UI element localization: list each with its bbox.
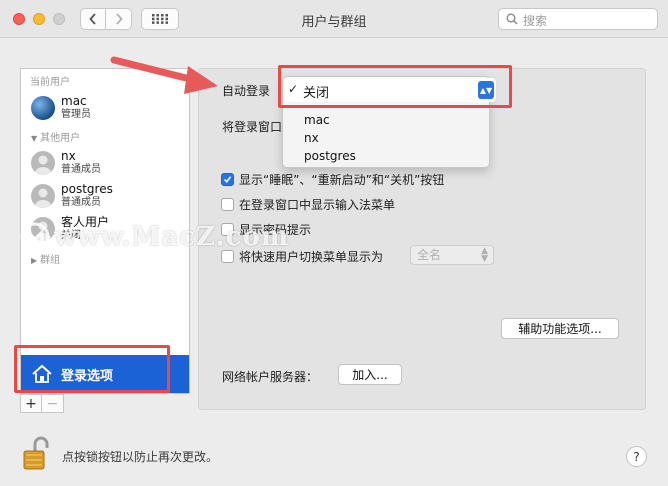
search-placeholder: 搜索 xyxy=(523,14,548,28)
remove-user-button[interactable]: − xyxy=(42,394,64,413)
updown-arrows-icon: ▲▼ xyxy=(481,246,488,264)
fast-user-switch-select[interactable]: 全名 ▲ ▼ xyxy=(410,245,494,265)
user-item-postgres[interactable]: postgres 普通成员 xyxy=(31,182,113,209)
show-power-buttons-label: 显示“睡眠”、“重新启动”和“关机”按钮 xyxy=(239,173,445,187)
user-item-nx[interactable]: nx 普通成员 xyxy=(31,149,101,176)
add-remove-controls: + − xyxy=(20,394,64,413)
join-button[interactable]: 加入... xyxy=(338,364,402,385)
other-users-header[interactable]: ▼ 其他用户 xyxy=(31,129,80,144)
login-window-label: 将登录窗口 xyxy=(222,120,283,134)
current-users-label: 当前用户 xyxy=(30,77,70,88)
menu-item-mac[interactable]: mac xyxy=(304,113,330,127)
disclosure-triangle-icon: ▶ xyxy=(31,256,38,265)
other-users-label: 其他用户 xyxy=(40,133,81,144)
search-icon xyxy=(506,13,518,25)
network-server-label: 网络帐户服务器： xyxy=(222,370,319,384)
groups-header[interactable]: ▶ 群组 xyxy=(31,251,60,266)
macz-logo-icon xyxy=(20,222,50,252)
auto-login-highlight xyxy=(278,65,512,108)
user-role: 普通成员 xyxy=(61,164,101,175)
watermark: www.MacZ.com xyxy=(20,222,289,252)
user-role: 普通成员 xyxy=(61,197,101,208)
help-button[interactable]: ? xyxy=(626,446,647,467)
login-options-highlight xyxy=(14,345,170,393)
person-avatar-icon xyxy=(31,183,55,208)
auto-login-label: 自动登录 xyxy=(222,84,271,98)
lock-hint-text: 点按锁按钮以防止再次更改。 xyxy=(62,450,219,464)
user-name: postgres xyxy=(61,182,113,196)
user-name: nx xyxy=(61,149,76,163)
show-power-buttons-row[interactable]: 显示“睡眠”、“重新启动”和“关机”按钮 xyxy=(221,171,444,188)
groups-label: 群组 xyxy=(40,255,61,266)
show-input-menu-checkbox[interactable] xyxy=(221,198,234,211)
accessibility-options-button[interactable]: 辅助功能选项... xyxy=(501,318,619,339)
person-avatar-icon xyxy=(31,150,55,175)
watermark-text: www.MacZ.com xyxy=(54,222,290,252)
show-input-menu-row[interactable]: 在登录窗口中显示输入法菜单 xyxy=(221,196,395,213)
user-role: 管理员 xyxy=(61,109,91,120)
disclosure-triangle-icon: ▼ xyxy=(31,134,38,143)
show-power-buttons-checkbox[interactable] xyxy=(221,173,234,186)
lock-icon[interactable] xyxy=(20,434,52,472)
fast-user-switch-value: 全名 xyxy=(417,248,442,262)
menu-item-postgres[interactable]: postgres xyxy=(304,149,356,163)
show-input-menu-label: 在登录窗口中显示输入法菜单 xyxy=(239,198,396,212)
checkmark-icon xyxy=(223,176,232,184)
search-field[interactable]: 搜索 xyxy=(498,8,658,30)
user-name: mac xyxy=(61,94,87,108)
title-bar: 用户与群组 搜索 xyxy=(0,0,668,38)
globe-avatar xyxy=(31,95,55,120)
menu-item-nx[interactable]: nx xyxy=(304,131,319,145)
annotation-arrow-icon xyxy=(110,56,218,94)
add-user-button[interactable]: + xyxy=(20,394,42,413)
user-item-mac[interactable]: mac 管理员 xyxy=(31,94,91,121)
